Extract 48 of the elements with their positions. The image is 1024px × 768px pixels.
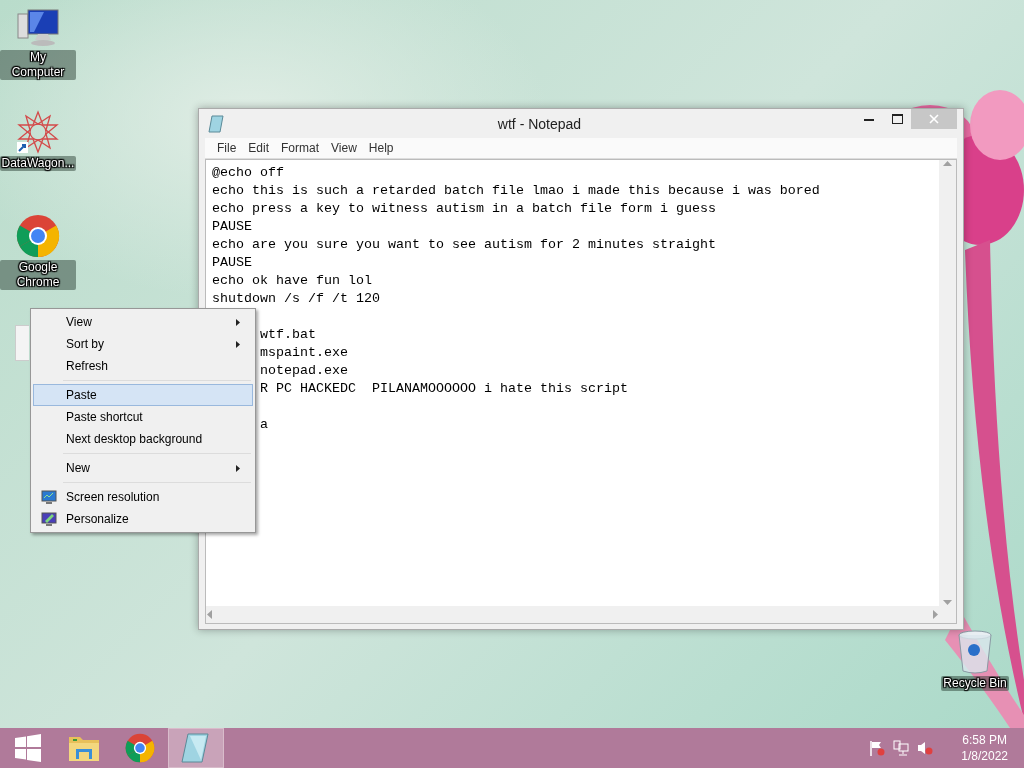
- text-line: PAUSE: [212, 219, 252, 234]
- taskbar-button[interactable]: [168, 728, 224, 768]
- flag-icon[interactable]: [869, 740, 886, 756]
- chrome-icon: [125, 733, 155, 763]
- menu-item[interactable]: Edit: [242, 141, 276, 155]
- context-menu-item[interactable]: Screen resolution: [33, 486, 253, 508]
- computer-icon: [16, 8, 60, 48]
- context-menu-item[interactable]: Refresh: [33, 355, 253, 377]
- desktop-icon[interactable]: [15, 325, 29, 361]
- menu-item[interactable]: Help: [362, 141, 400, 155]
- text-line: R PC HACKEDC PILANAMOOOOOO i hate this script: [260, 381, 628, 396]
- chrome-icon: [16, 214, 60, 258]
- context-menu-item[interactable]: Next desktop background: [33, 428, 253, 450]
- context-menu-item[interactable]: View: [33, 311, 253, 333]
- maximize-icon: [891, 114, 903, 124]
- text-line: PAUSE: [212, 255, 252, 270]
- text-line: echo press a key to witness autism in a batch file form i guess: [212, 201, 716, 216]
- windows-logo-icon: [14, 734, 42, 762]
- context-menu-item[interactable]: Paste shortcut: [33, 406, 253, 428]
- context-menu-item[interactable]: Sort by: [33, 333, 253, 355]
- text-line: wtf.bat: [260, 327, 316, 342]
- close-icon: [929, 114, 939, 124]
- text-line: notepad.exe: [260, 363, 348, 378]
- desktop-icon-label[interactable]: Recycle Bin: [941, 676, 1009, 691]
- text-line: shutdown /s /f /t 120: [212, 291, 380, 306]
- text-line: echo ok have fun lol: [212, 273, 372, 288]
- text-line: @echo off: [212, 165, 284, 180]
- network-icon[interactable]: [893, 740, 910, 756]
- muted-speaker-icon[interactable]: [917, 740, 934, 756]
- text-line: a: [260, 417, 268, 432]
- monitor-icon: [41, 489, 57, 505]
- context-menu-item[interactable]: New: [33, 457, 253, 479]
- recycle-bin-icon: [957, 630, 993, 674]
- menu-item[interactable]: View: [325, 141, 363, 155]
- notepad-icon: [208, 114, 224, 133]
- menu-item[interactable]: File: [211, 141, 243, 155]
- context-menu-item[interactable]: Personalize: [33, 508, 253, 530]
- text-line: echo this is such a retarded batch file lmao i made this because i was bored: [212, 183, 820, 198]
- text-line: mspaint.exe: [260, 345, 348, 360]
- notepad-icon: [180, 732, 212, 764]
- star-pattern-icon: [16, 110, 60, 154]
- monitor-icon: [41, 511, 57, 527]
- scroll-left-icon[interactable]: [206, 610, 212, 619]
- context-menu-item[interactable]: Paste: [33, 384, 253, 406]
- minimize-icon: [864, 117, 874, 121]
- window-title: wtf - Notepad: [496, 115, 583, 132]
- text-line: echo are you sure you want to see autism for 2 minutes straight: [212, 237, 716, 252]
- menu-item[interactable]: Format: [275, 141, 326, 155]
